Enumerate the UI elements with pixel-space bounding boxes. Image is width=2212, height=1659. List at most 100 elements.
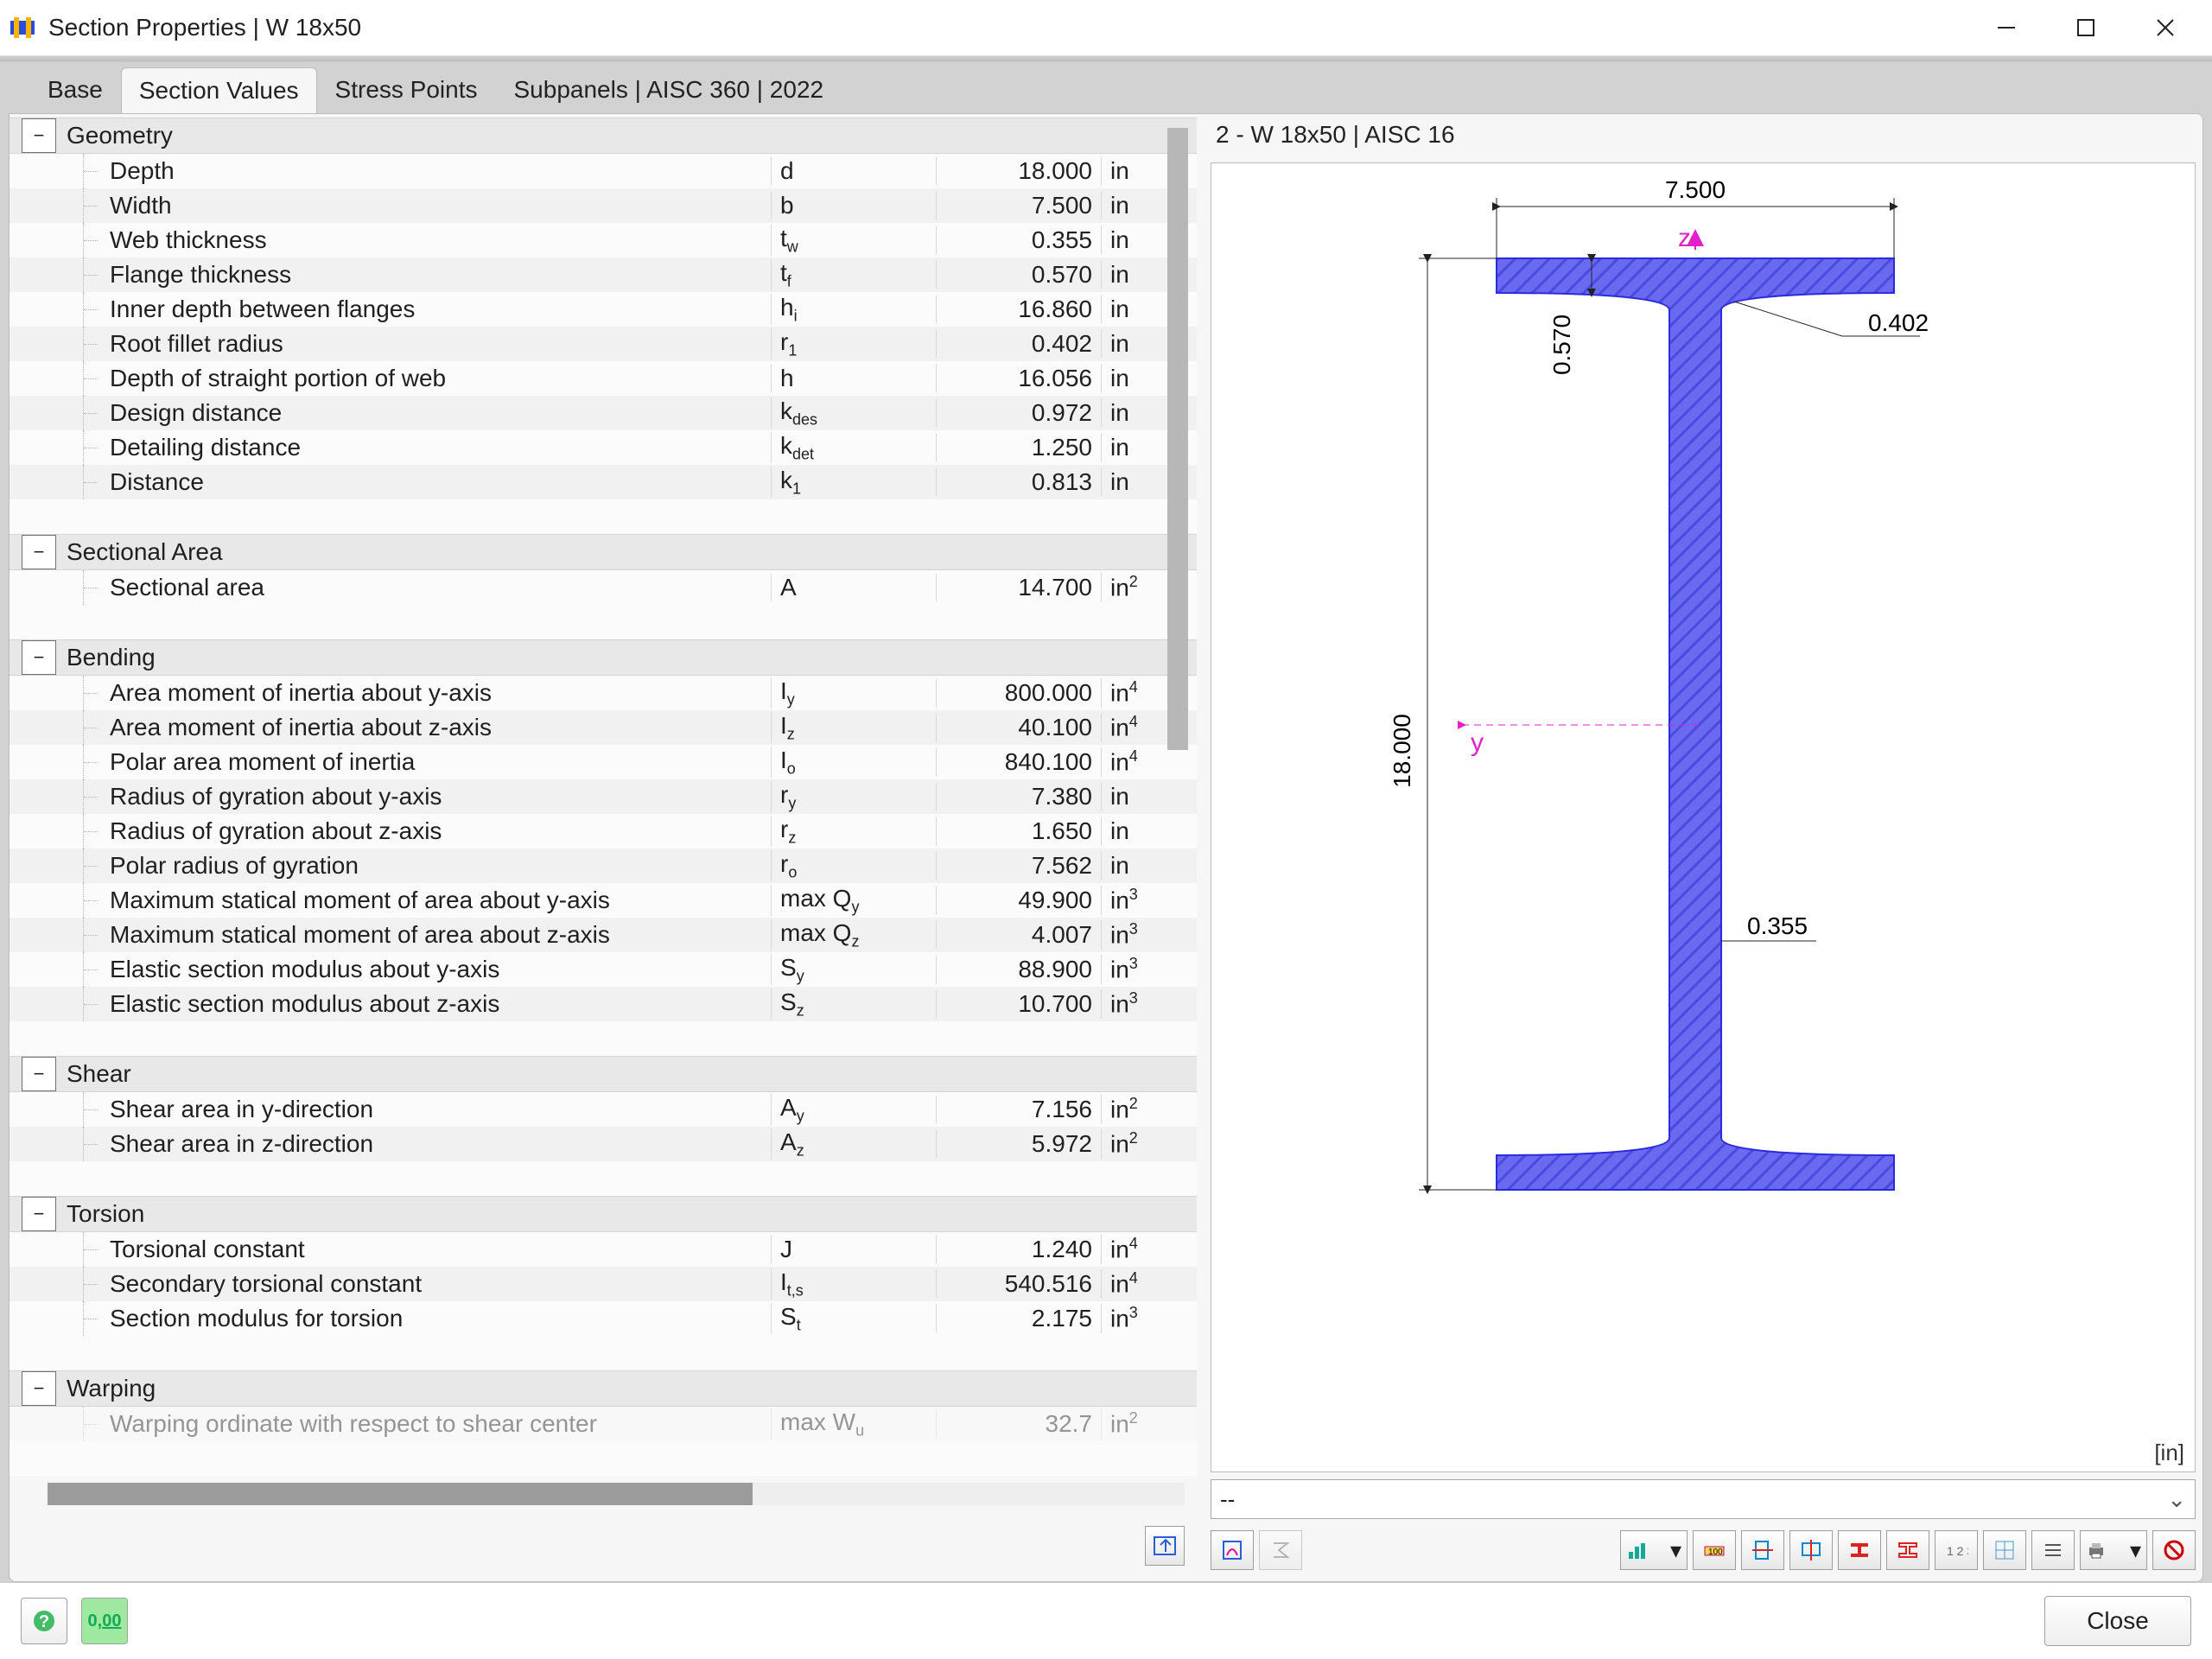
property-row[interactable]: Flange thicknesstf0.570in	[10, 257, 1197, 292]
category-bending[interactable]: −Bending	[10, 639, 1197, 676]
grid-toggle-button[interactable]	[1983, 1530, 2026, 1570]
print-button[interactable]: ▾	[2080, 1530, 2147, 1570]
close-window-button[interactable]	[2126, 5, 2205, 50]
property-row[interactable]: Area moment of inertia about z-axisIz40.…	[10, 710, 1197, 745]
category-geometry[interactable]: −Geometry	[10, 118, 1197, 154]
ruler-button[interactable]: 100	[1693, 1530, 1736, 1570]
property-symbol: Iy	[771, 677, 936, 709]
property-unit: in4	[1101, 1235, 1197, 1263]
property-row[interactable]: Detailing distancekdet1.250in	[10, 430, 1197, 465]
property-row[interactable]: Root fillet radiusr10.402in	[10, 327, 1197, 361]
close-button[interactable]: Close	[2044, 1596, 2191, 1646]
section-fill-button[interactable]	[1838, 1530, 1881, 1570]
property-row[interactable]: Radius of gyration about z-axisrz1.650in	[10, 814, 1197, 849]
property-label: Depth of straight portion of web	[103, 365, 771, 392]
property-symbol: k1	[771, 467, 936, 499]
tab-base[interactable]: Base	[29, 67, 121, 113]
help-button[interactable]: ?	[21, 1598, 67, 1644]
property-value: 7.156	[936, 1096, 1101, 1123]
property-value: 0.402	[936, 330, 1101, 358]
property-value: 10.700	[936, 990, 1101, 1018]
delete-view-button[interactable]	[2152, 1530, 2196, 1570]
property-label: Detailing distance	[103, 434, 771, 461]
property-value: 1.240	[936, 1236, 1101, 1263]
category-shear[interactable]: −Shear	[10, 1056, 1197, 1092]
property-row[interactable]: Secondary torsional constantIt,s540.516i…	[10, 1267, 1197, 1301]
property-row[interactable]: Polar area moment of inertiaIo840.100in4	[10, 745, 1197, 779]
property-symbol: tw	[771, 225, 936, 257]
property-label: Design distance	[103, 399, 771, 427]
dialog-footer: ? 0,00 Close	[0, 1582, 2212, 1659]
dim-web-thickness: 0.355	[1721, 912, 1816, 941]
property-row[interactable]: Area moment of inertia about y-axisIy800…	[10, 676, 1197, 710]
property-symbol: J	[771, 1236, 936, 1263]
vertical-scrollbar[interactable]	[1167, 128, 1188, 750]
collapse-icon[interactable]: −	[22, 1057, 56, 1091]
property-row[interactable]: Widthb7.500in	[10, 188, 1197, 223]
units-button[interactable]: 0,00	[81, 1598, 128, 1644]
sigma-button[interactable]	[1259, 1530, 1302, 1570]
view-mode-button[interactable]: ▾	[1620, 1530, 1688, 1570]
property-label: Warping ordinate with respect to shear c…	[103, 1410, 771, 1438]
property-value: 49.900	[936, 887, 1101, 914]
number-labels-button[interactable]: 1 2 3	[1935, 1530, 1978, 1570]
dim-fillet-label: 0.402	[1868, 309, 1929, 336]
property-row[interactable]: Section modulus for torsionSt2.175in3	[10, 1301, 1197, 1336]
property-row[interactable]: Distancek10.813in	[10, 465, 1197, 499]
svg-text:?: ?	[39, 1612, 49, 1631]
minimize-button[interactable]	[1967, 5, 2046, 50]
property-row[interactable]: Depthd18.000in	[10, 154, 1197, 188]
property-unit: in	[1101, 783, 1197, 810]
property-symbol: max Wu	[771, 1408, 936, 1440]
preview-pane: 2 - W 18x50 | AISC 16	[1211, 114, 2202, 1581]
property-row[interactable]: Shear area in y-directionAy7.156in2	[10, 1092, 1197, 1127]
tab-stress-points[interactable]: Stress Points	[317, 67, 496, 113]
property-label: Maximum statical moment of area about y-…	[103, 887, 771, 914]
properties-pane: −GeometryDepthd18.000inWidthb7.500inWeb …	[10, 114, 1197, 1581]
property-row[interactable]: Torsional constantJ1.240in4	[10, 1232, 1197, 1267]
category-warping[interactable]: −Warping	[10, 1370, 1197, 1407]
dimension-y-button[interactable]	[1741, 1530, 1784, 1570]
dimension-z-button[interactable]	[1789, 1530, 1833, 1570]
category-sectional-area[interactable]: −Sectional Area	[10, 534, 1197, 570]
property-row[interactable]: Shear area in z-directionAz5.972in2	[10, 1127, 1197, 1161]
collapse-icon[interactable]: −	[22, 1197, 56, 1231]
collapse-icon[interactable]: −	[22, 1371, 56, 1406]
section-canvas[interactable]: 18.000 7.500	[1211, 162, 2196, 1472]
collapse-icon[interactable]: −	[22, 640, 56, 675]
horizontal-scrollbar[interactable]	[48, 1483, 1185, 1505]
property-row[interactable]: Design distancekdes0.972in	[10, 396, 1197, 430]
property-label: Root fillet radius	[103, 330, 771, 358]
reset-view-button[interactable]	[1211, 1530, 1254, 1570]
axis-z-label: z	[1678, 224, 1691, 252]
property-value: 32.7	[936, 1410, 1101, 1438]
tab-subpanels-aisc-360-2022[interactable]: Subpanels | AISC 360 | 2022	[496, 67, 842, 113]
property-label: Shear area in z-direction	[103, 1130, 771, 1158]
property-row[interactable]: Polar radius of gyrationro7.562in	[10, 849, 1197, 883]
property-row[interactable]: Web thicknesstw0.355in	[10, 223, 1197, 257]
property-symbol: b	[771, 192, 936, 219]
property-label: Elastic section modulus about y-axis	[103, 956, 771, 983]
property-value: 7.380	[936, 783, 1101, 810]
preview-combo[interactable]: -- ⌄	[1211, 1479, 2196, 1519]
list-button[interactable]	[2031, 1530, 2075, 1570]
property-row[interactable]: Maximum statical moment of area about z-…	[10, 918, 1197, 952]
property-row[interactable]: Sectional areaA14.700in2	[10, 570, 1197, 605]
property-row[interactable]: Elastic section modulus about y-axisSy88…	[10, 952, 1197, 987]
property-row[interactable]: Depth of straight portion of webh16.056i…	[10, 361, 1197, 396]
main-panes: −GeometryDepthd18.000inWidthb7.500inWeb …	[9, 113, 2203, 1582]
collapse-icon[interactable]: −	[22, 535, 56, 569]
tab-section-values[interactable]: Section Values	[121, 67, 317, 113]
property-value: 4.007	[936, 921, 1101, 949]
section-outline-button[interactable]	[1886, 1530, 1929, 1570]
property-row[interactable]: Warping ordinate with respect to shear c…	[10, 1407, 1197, 1441]
export-button[interactable]	[1145, 1526, 1185, 1566]
maximize-button[interactable]	[2046, 5, 2126, 50]
property-symbol: Io	[771, 747, 936, 779]
collapse-icon[interactable]: −	[22, 118, 56, 153]
category-torsion[interactable]: −Torsion	[10, 1196, 1197, 1232]
property-row[interactable]: Inner depth between flangeshi16.860in	[10, 292, 1197, 327]
property-row[interactable]: Radius of gyration about y-axisry7.380in	[10, 779, 1197, 814]
property-row[interactable]: Maximum statical moment of area about y-…	[10, 883, 1197, 918]
property-row[interactable]: Elastic section modulus about z-axisSz10…	[10, 987, 1197, 1021]
